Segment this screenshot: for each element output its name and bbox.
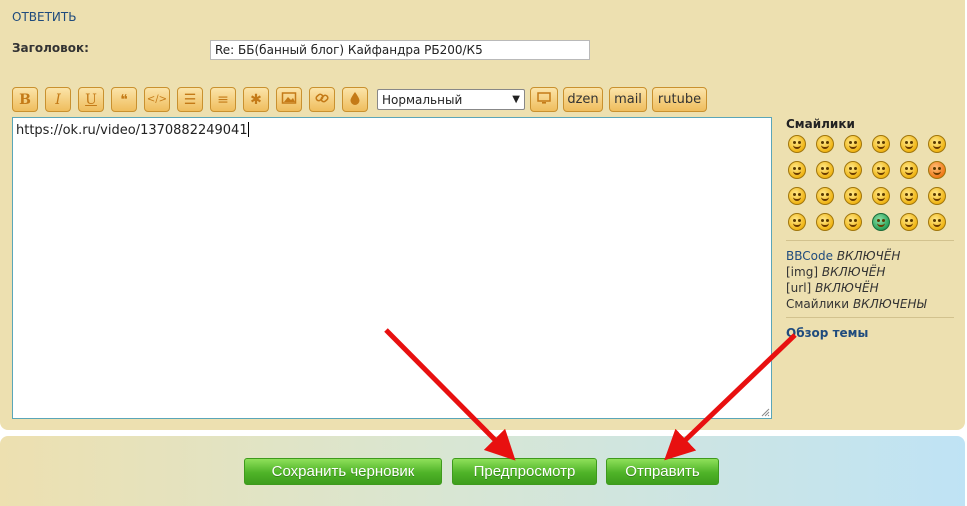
subject-label: Заголовок: [12,41,89,55]
quote-button[interactable]: ❝ [111,87,137,112]
reply-panel: ОТВЕТИТЬ Заголовок: B I U ❝ </> ☰ ≡ ✱ [0,0,965,430]
save-draft-button[interactable]: Сохранить черновик [244,458,442,485]
subject-input[interactable] [210,40,590,60]
img-state: ВКЛЮЧЁН [821,265,886,279]
color-button[interactable] [342,87,368,112]
font-size-select[interactable]: Нормальный ▼ [377,89,525,110]
ordered-list-icon: ≡ [217,91,229,108]
smiley-glasses-icon[interactable] [900,213,918,231]
drop-icon [347,90,363,110]
url-state: ВКЛЮЧЁН [815,281,879,295]
smiley-evil-icon[interactable] [816,187,834,205]
list-button[interactable]: ☰ [177,87,203,112]
smiley-tongue-icon[interactable] [900,161,918,179]
image-icon [281,90,297,110]
sidebar-divider [786,240,954,241]
text-cursor [247,122,249,137]
smiley-twisted-icon[interactable] [844,187,862,205]
smiley-wink-icon[interactable] [844,135,862,153]
code-icon: </> [146,94,168,105]
topic-review-link[interactable]: Обзор темы [786,326,868,340]
url-status-row: [url] ВКЛЮЧЁН [786,280,926,296]
smiley-green-icon[interactable] [872,213,890,231]
smiley-shock-icon[interactable] [872,161,890,179]
smiley-happy-icon[interactable] [816,135,834,153]
smiley-sad-icon[interactable] [788,161,806,179]
list-item-button[interactable]: ✱ [243,87,269,112]
bbcode-status: BBCode ВКЛЮЧЁН [img] ВКЛЮЧЁН [url] ВКЛЮЧ… [786,248,926,312]
img-label: [img] [786,265,819,279]
smiley-cool-icon[interactable] [816,161,834,179]
smiley-idea-icon[interactable] [788,213,806,231]
monitor-icon [536,90,552,110]
smiley-angry-icon[interactable] [928,161,946,179]
smiley-exclaim-icon[interactable] [900,187,918,205]
rutube-button[interactable]: rutube [652,87,707,112]
bbcode-link[interactable]: BBCode [786,249,833,263]
image-button[interactable] [276,87,302,112]
italic-button[interactable]: I [45,87,71,112]
font-size-value: Нормальный [382,92,463,107]
preview-button[interactable]: Предпросмотр [452,458,597,485]
smiley-arrow-icon[interactable] [816,213,834,231]
message-textarea[interactable]: https://ok.ru/video/1370882249041 [12,117,772,419]
bold-icon: B [19,91,31,108]
smilies-title: Смайлики [786,117,855,131]
smilies-state: ВКЛЮЧЕНЫ [852,297,927,311]
sidebar-divider [786,317,954,318]
link-button[interactable] [309,87,335,112]
dzen-button[interactable]: dzen [563,87,603,112]
italic-icon: I [55,91,61,108]
bold-button[interactable]: B [12,87,38,112]
bbcode-status-row: BBCode ВКЛЮЧЁН [786,248,926,264]
chevron-down-icon: ▼ [512,94,520,105]
list-icon: ☰ [183,91,197,108]
underline-button[interactable]: U [78,87,104,112]
smiley-surprised-icon[interactable] [900,135,918,153]
mail-button[interactable]: mail [609,87,647,112]
smiley-nerd-icon[interactable] [928,135,946,153]
smiley-neutral-icon[interactable] [872,187,890,205]
smiley-grin-icon[interactable] [844,161,862,179]
reply-title: ОТВЕТИТЬ [12,10,77,24]
smiley-rolleyes-icon[interactable] [872,135,890,153]
smiley-confused-icon[interactable] [788,187,806,205]
resize-grip-icon[interactable] [761,408,770,417]
quote-icon: ❝ [120,91,128,108]
smilies-label: Смайлики [786,297,850,311]
smiley-smirk-icon[interactable] [844,213,862,231]
bbcode-state: ВКЛЮЧЁН [836,249,901,263]
asterisk-icon: ✱ [250,91,262,108]
message-text: https://ok.ru/video/1370882249041 [16,123,248,138]
link-icon [314,90,330,110]
smiley-geek-icon[interactable] [928,213,946,231]
ordered-list-button[interactable]: ≡ [210,87,236,112]
submit-button[interactable]: Отправить [606,458,719,485]
smiley-laugh-icon[interactable] [788,135,806,153]
img-status-row: [img] ВКЛЮЧЁН [786,264,926,280]
smilies-status-row: Смайлики ВКЛЮЧЕНЫ [786,296,926,312]
url-label: [url] [786,281,812,295]
media-button[interactable] [530,87,558,112]
code-button[interactable]: </> [144,87,170,112]
smiley-question-icon[interactable] [928,187,946,205]
underline-icon: U [85,91,97,108]
